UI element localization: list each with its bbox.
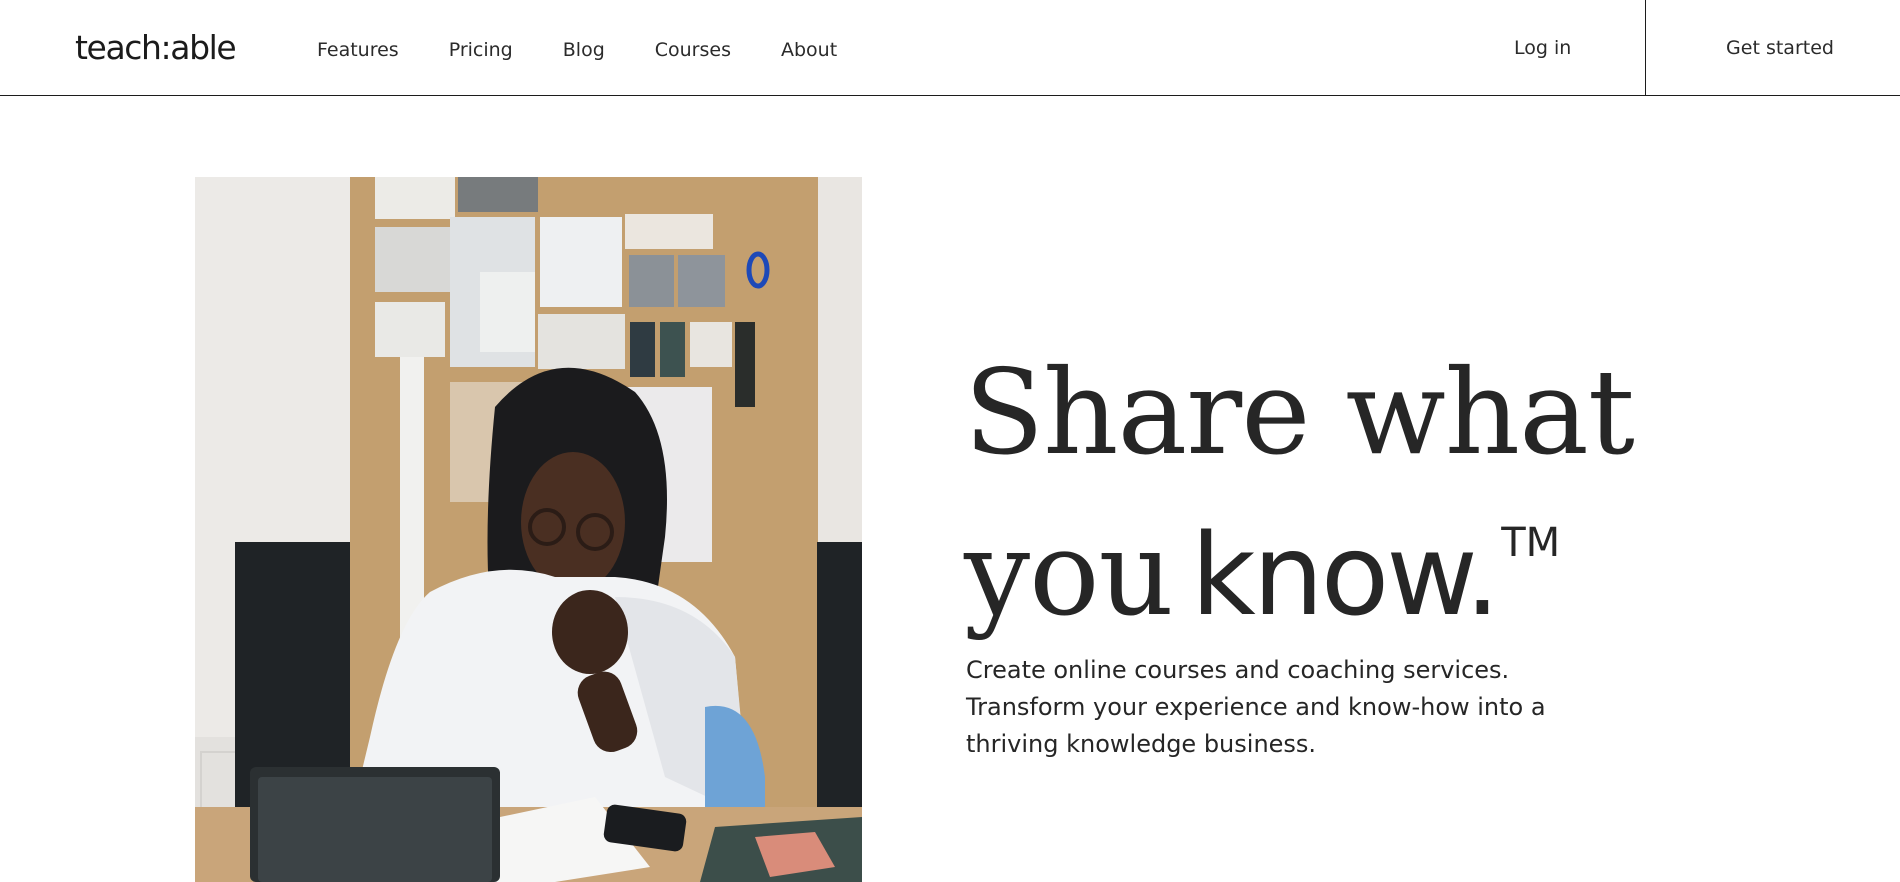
nav-item-pricing[interactable]: Pricing — [449, 36, 513, 64]
subtext-line-1: Create online courses and coaching servi… — [966, 656, 1510, 684]
get-started-button[interactable]: Get started — [1646, 0, 1900, 95]
subtext-line-2: Transform your experience and know-how i… — [966, 693, 1546, 721]
login-link[interactable]: Log in — [1514, 34, 1571, 62]
hero-headline: Share what you know. TM — [964, 344, 1635, 668]
nav-item-features[interactable]: Features — [317, 36, 399, 64]
headline-you: you — [964, 505, 1174, 642]
headline-line-2: you know. TM — [964, 478, 1634, 668]
headline-line-1: Share what — [964, 344, 1635, 481]
site-header: teach:able Features Pricing Blog Courses… — [0, 0, 1900, 96]
teachable-logo[interactable]: teach:able — [75, 26, 237, 70]
man-at-desk-illustration — [195, 177, 862, 882]
hero-subtext: Create online courses and coaching servi… — [966, 652, 1606, 763]
main-nav: Features Pricing Blog Courses About — [317, 36, 887, 64]
nav-item-about[interactable]: About — [781, 36, 837, 64]
subtext-line-3: thriving knowledge business. — [966, 730, 1317, 758]
nav-item-blog[interactable]: Blog — [563, 36, 605, 64]
hero-photo — [195, 177, 862, 882]
trademark-mark: TM — [1501, 520, 1561, 566]
nav-item-courses[interactable]: Courses — [655, 36, 731, 64]
headline-know: know. — [1190, 511, 1500, 641]
